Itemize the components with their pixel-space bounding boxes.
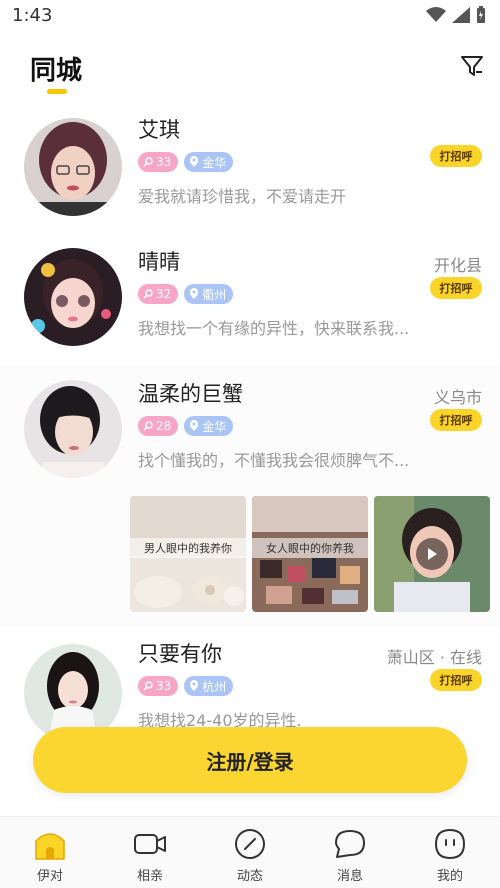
- age-value: 33: [156, 679, 172, 693]
- user-name: 晴晴: [138, 250, 180, 274]
- city-value: 金华: [202, 155, 227, 170]
- photo-caption: 男人眼中的我养你: [130, 538, 246, 558]
- greet-button[interactable]: 打招呼: [430, 145, 482, 167]
- profile-icon: [433, 827, 467, 861]
- tab-moments[interactable]: 动态: [200, 817, 300, 888]
- tab-home[interactable]: 伊对: [0, 817, 100, 888]
- filter-button[interactable]: [458, 52, 486, 80]
- battery-icon: [477, 6, 485, 23]
- message-icon: [333, 827, 367, 861]
- bottom-tab-bar: 伊对 相亲 动态 消息 我的: [0, 816, 500, 888]
- filter-icon: [461, 56, 483, 76]
- video-thumbnail[interactable]: [374, 496, 490, 612]
- age-badge: 33: [138, 676, 179, 696]
- register-login-button[interactable]: 注册/登录: [33, 727, 467, 793]
- greet-button[interactable]: 打招呼: [430, 669, 482, 691]
- play-icon: [416, 538, 448, 570]
- user-name: 温柔的巨蟹: [138, 382, 243, 406]
- user-bio: 爱我就请珍惜我，不爱请走开: [138, 187, 347, 206]
- header: 同城: [0, 34, 500, 106]
- tab-messages[interactable]: 消息: [300, 817, 400, 888]
- badge-row: 33 杭州: [138, 676, 234, 696]
- tab-label: 我的: [436, 869, 463, 884]
- avatar[interactable]: [24, 248, 122, 346]
- location-pin-icon: [190, 156, 199, 167]
- signal-icon: [452, 7, 470, 23]
- age-badge: 32: [138, 284, 179, 304]
- city-badge: 金华: [184, 416, 234, 436]
- photo-thumbnail[interactable]: 女人眼中的你养我: [252, 496, 368, 612]
- gender-icon: [143, 289, 153, 299]
- user-location: 义乌市: [433, 388, 482, 407]
- avatar[interactable]: [24, 380, 122, 478]
- tab-label: 相亲: [136, 869, 163, 884]
- city-value: 衢州: [202, 287, 227, 302]
- photo-gallery: 男人眼中的我养你 女人眼中的你养我: [130, 496, 490, 612]
- location-pin-icon: [190, 680, 199, 691]
- age-value: 32: [156, 287, 172, 301]
- wifi-icon: [426, 7, 446, 22]
- tab-profile[interactable]: 我的: [400, 817, 500, 888]
- location-pin-icon: [190, 420, 199, 431]
- user-card[interactable]: 晴晴 开化县 32 衢州 打招呼 我想找一个有缘的异性，快来联系我...: [0, 234, 500, 366]
- age-badge: 28: [138, 416, 179, 436]
- status-bar: 1:43: [0, 0, 500, 34]
- city-value: 金华: [202, 419, 227, 434]
- tab-label: 动态: [236, 869, 263, 884]
- home-icon: [33, 827, 67, 861]
- status-icons: [426, 6, 486, 24]
- badge-row: 28 金华: [138, 416, 234, 436]
- age-badge: 33: [138, 152, 179, 172]
- user-location: 开化县: [433, 256, 482, 275]
- location-pin-icon: [190, 288, 199, 299]
- user-name: 只要有你: [138, 642, 222, 666]
- city-badge: 金华: [184, 152, 234, 172]
- user-feed[interactable]: 艾琪 33 金华 打招呼 爱我就请珍惜我，不爱请走开 晴晴 开化县 32 衢州 …: [0, 106, 500, 816]
- badge-row: 33 金华: [138, 152, 234, 172]
- age-value: 33: [156, 155, 172, 169]
- greet-button[interactable]: 打招呼: [430, 277, 482, 299]
- user-bio: 找个懂我的，不懂我我会很烦脾气不...: [138, 451, 410, 470]
- status-time: 1:43: [12, 5, 53, 26]
- gender-icon: [143, 681, 153, 691]
- greet-button[interactable]: 打招呼: [430, 409, 482, 431]
- title-underline: [47, 89, 67, 94]
- tab-label: 伊对: [36, 869, 63, 884]
- tab-label: 消息: [336, 869, 363, 884]
- avatar[interactable]: [24, 118, 122, 216]
- user-card[interactable]: 艾琪 33 金华 打招呼 爱我就请珍惜我，不爱请走开: [0, 106, 500, 234]
- gender-icon: [143, 157, 153, 167]
- badge-row: 32 衢州: [138, 284, 234, 304]
- tab-dating[interactable]: 相亲: [100, 817, 200, 888]
- city-badge: 衢州: [184, 284, 234, 304]
- city-value: 杭州: [202, 679, 227, 694]
- page-title: 同城: [30, 56, 83, 86]
- photo-thumbnail[interactable]: 男人眼中的我养你: [130, 496, 246, 612]
- user-bio: 我想找一个有缘的异性，快来联系我...: [138, 319, 410, 338]
- compass-icon: [233, 827, 267, 861]
- city-badge: 杭州: [184, 676, 234, 696]
- video-icon: [133, 827, 167, 861]
- user-name: 艾琪: [138, 118, 180, 142]
- gender-icon: [143, 421, 153, 431]
- photo-caption: 女人眼中的你养我: [252, 538, 368, 558]
- user-location: 萧山区 · 在线: [386, 648, 482, 667]
- age-value: 28: [156, 419, 172, 433]
